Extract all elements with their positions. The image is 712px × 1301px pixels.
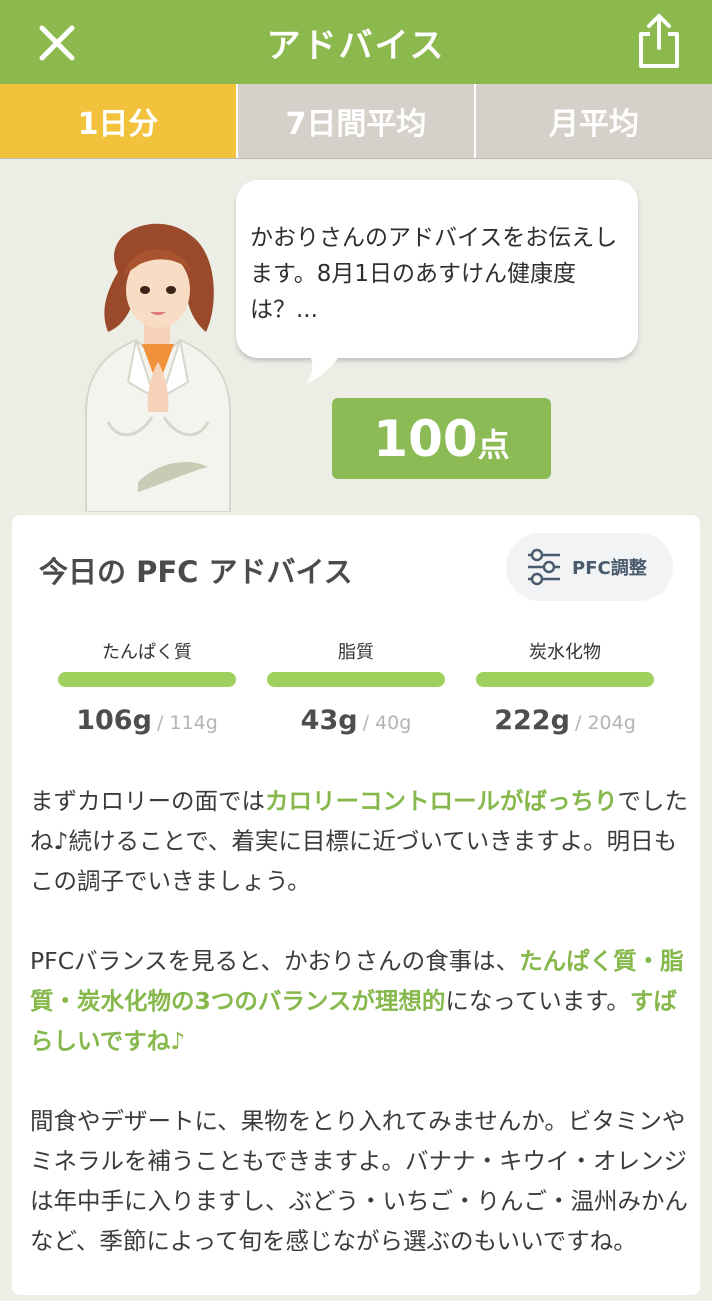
advice-text-segment: PFCバランスを見ると、かおりさんの食事は、	[30, 947, 520, 975]
share-button[interactable]	[634, 12, 684, 70]
nutrient-progress-bar	[476, 672, 654, 687]
health-score-value: 100	[373, 410, 478, 468]
nutrient-label: 炭水化物	[529, 642, 601, 663]
health-score-badge: 100 点	[332, 398, 551, 479]
nutrient-fat: 脂質 43g / 40g	[267, 638, 445, 736]
nutrient-actual: 43g	[300, 705, 358, 736]
nutrient-progress-bar	[58, 672, 236, 687]
advice-text-segment: になっています。	[445, 987, 630, 1015]
nutrient-protein: たんぱく質 106g / 114g	[58, 638, 236, 736]
speech-bubble-tail	[306, 350, 344, 384]
nutrient-label: たんぱく質	[102, 642, 192, 663]
app-header: アドバイス	[0, 0, 712, 84]
pfc-adjust-button[interactable]: PFC調整	[506, 533, 673, 601]
nutrient-values: 106g / 114g	[58, 705, 236, 736]
advice-paragraph-calorie: まずカロリーの面ではカロリーコントロールがばっちりでしたね♪続けることで、着実に…	[30, 781, 690, 901]
page-title: アドバイス	[266, 25, 446, 66]
advice-highlight: カロリーコントロールがばっちり	[265, 787, 618, 815]
nutrient-progress-bar	[267, 672, 445, 687]
nutrient-label: 脂質	[338, 642, 374, 663]
pfc-card-title: 今日の PFC アドバイス	[39, 555, 353, 589]
close-icon	[39, 25, 75, 61]
nutrient-carbohydrate: 炭水化物 222g / 204g	[476, 638, 654, 736]
pfc-advice-card: 今日の PFC アドバイス PFC調整 たんぱく質 106g / 114g 脂質…	[12, 515, 700, 1295]
nutrient-values: 222g / 204g	[476, 705, 654, 736]
advice-text-segment: まずカロリーの面では	[30, 787, 265, 815]
sliders-icon	[528, 548, 560, 586]
nutrient-target: / 114g	[157, 712, 218, 734]
period-tabs: 1日分 7日間平均 月平均	[0, 84, 712, 159]
advice-text: まずカロリーの面ではカロリーコントロールがばっちりでしたね♪続けることで、着実に…	[30, 781, 690, 1301]
advisor-character-illustration	[85, 223, 231, 512]
nutrient-values: 43g / 40g	[267, 705, 445, 736]
advice-paragraph-fruit: 間食やデザートに、果物をとり入れてみませんか。ビタミンやミネラルを補うこともでき…	[30, 1107, 688, 1255]
tab-1day[interactable]: 1日分	[0, 84, 236, 158]
advice-paragraph-pfc: PFCバランスを見ると、かおりさんの食事は、たんぱく質・脂質・炭水化物の3つのバ…	[30, 941, 690, 1061]
advisor-section: かおりさんのアドバイスをお伝えします。8月1日のあすけん健康度は？... 100…	[0, 160, 712, 515]
nutrient-actual: 222g	[494, 705, 570, 736]
pfc-adjust-label: PFC調整	[572, 558, 647, 579]
nutrient-target: / 204g	[575, 712, 636, 734]
nutrient-target: / 40g	[362, 712, 412, 734]
tab-7day-average[interactable]: 7日間平均	[236, 84, 474, 158]
close-button[interactable]	[34, 20, 80, 66]
nutrient-actual: 106g	[76, 705, 152, 736]
share-icon	[639, 14, 679, 68]
health-score-unit: 点	[477, 426, 510, 464]
advice-speech-bubble[interactable]: かおりさんのアドバイスをお伝えします。8月1日のあすけん健康度は？...	[236, 180, 638, 358]
advice-message: かおりさんのアドバイスをお伝えします。8月1日のあすけん健康度は？...	[250, 225, 618, 323]
tab-monthly-average[interactable]: 月平均	[474, 84, 712, 158]
